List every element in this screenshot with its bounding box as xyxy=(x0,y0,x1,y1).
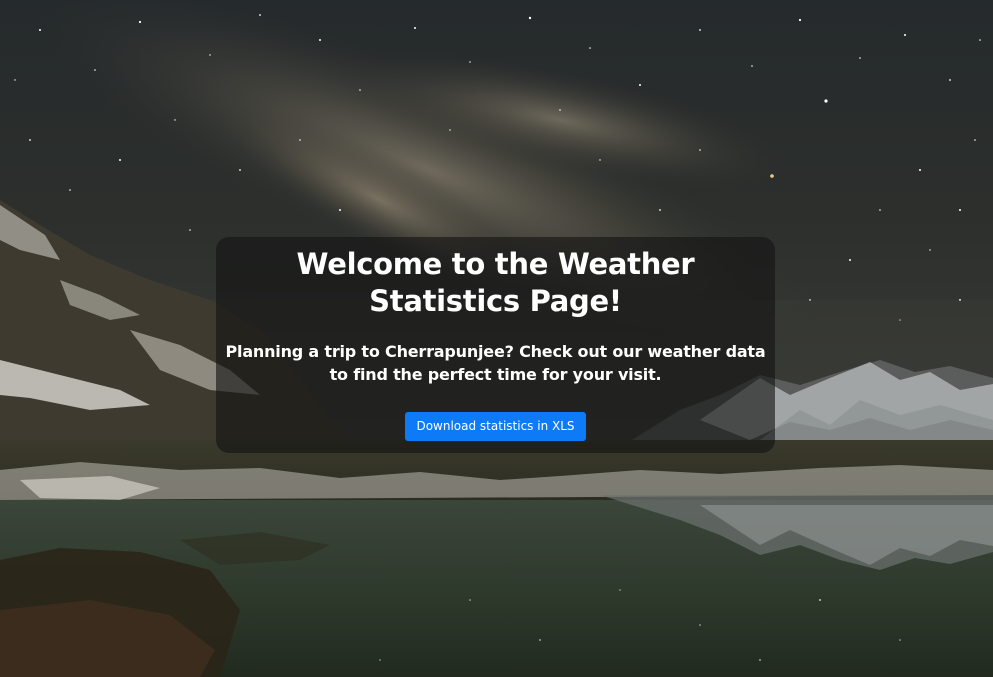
intro-text: Planning a trip to Cherrapunjee? Check o… xyxy=(225,342,766,384)
page-title: Welcome to the Weather Statistics Page! xyxy=(296,247,695,318)
download-xls-button[interactable]: Download statistics in XLS xyxy=(405,412,586,441)
welcome-card: Welcome to the Weather Statistics Page! … xyxy=(216,237,775,453)
